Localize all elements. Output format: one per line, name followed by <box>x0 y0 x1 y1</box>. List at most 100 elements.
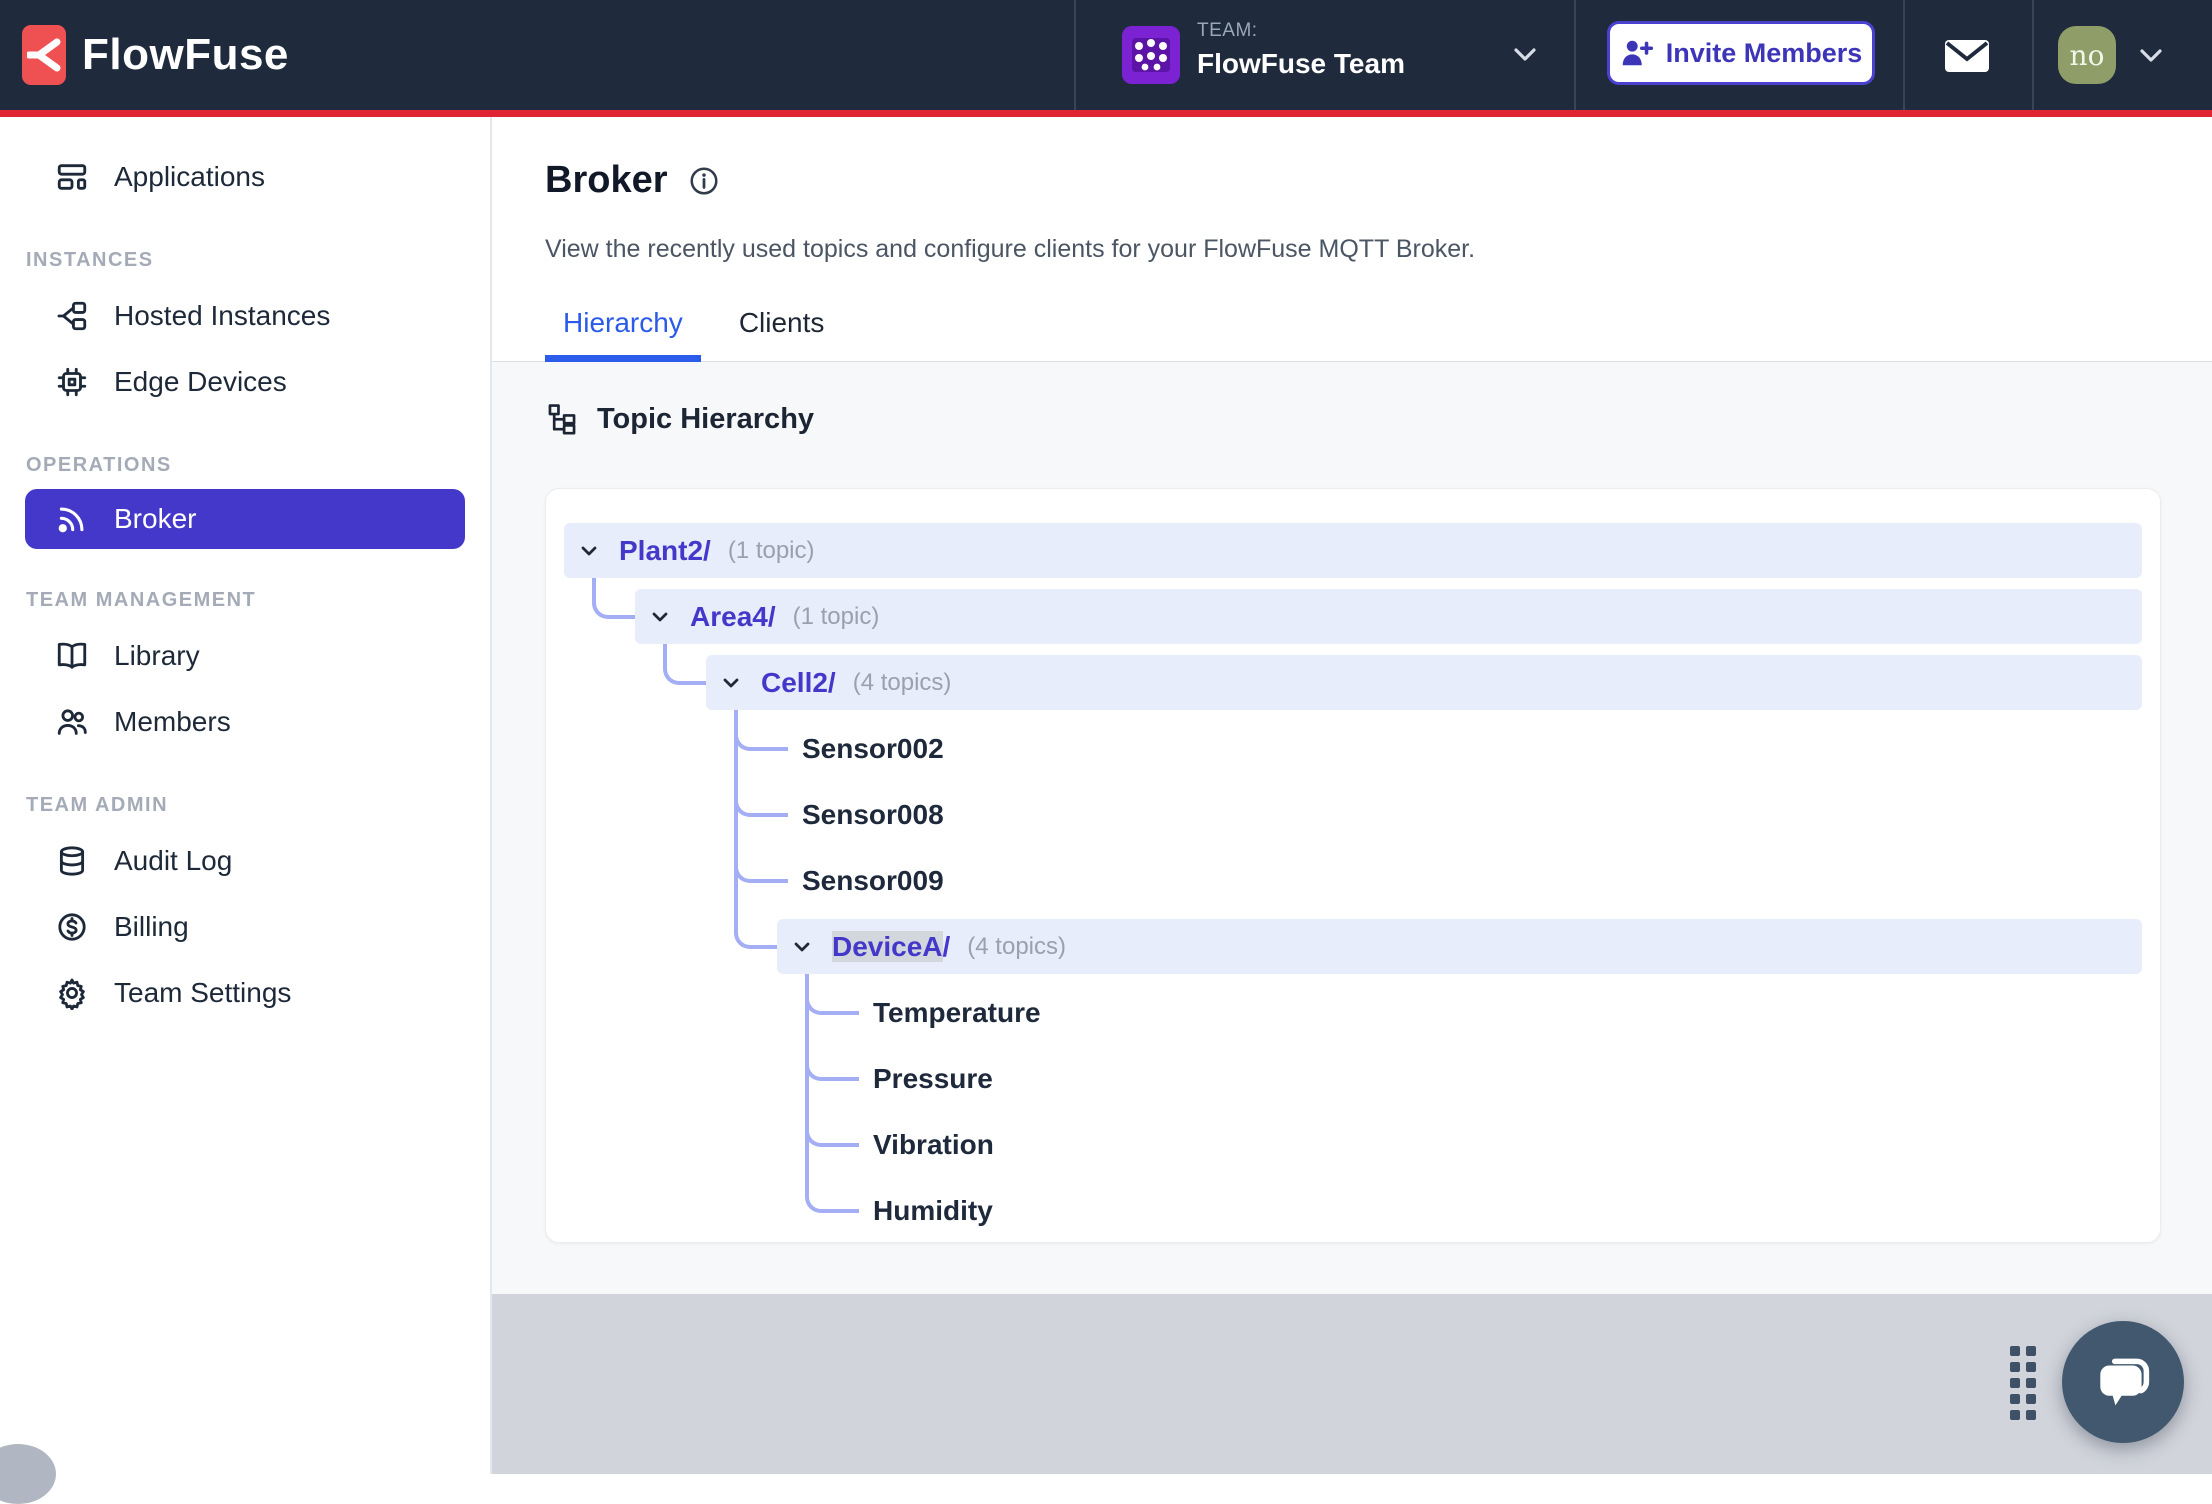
envelope-icon <box>1945 40 1989 72</box>
sidebar-item-members[interactable]: Members <box>0 690 490 754</box>
brand-name: FlowFuse <box>82 30 289 79</box>
tree-branch-row[interactable]: Area4/ (1 topic) <box>635 589 2142 644</box>
sidebar-item-broker[interactable]: Broker <box>25 489 465 549</box>
pipeline-icon <box>54 298 90 334</box>
tab-bar: Hierarchy Clients <box>545 299 862 362</box>
sidebar-section-header: OPERATIONS <box>26 454 172 476</box>
topic-label: Area4/ <box>690 600 776 632</box>
sidebar-section-header: INSTANCES <box>26 249 154 271</box>
tree-connector <box>734 710 781 949</box>
sidebar-section-header: TEAM ADMIN <box>26 794 169 816</box>
page-footer-area <box>492 1294 2212 1474</box>
tree-branch-row[interactable]: Cell2/ (4 topics) <box>706 655 2142 710</box>
tree-branch-row[interactable]: DeviceA/ (4 topics) <box>777 919 2142 974</box>
chevron-down-icon <box>1514 48 1536 61</box>
sidebar-item-label: Hosted Instances <box>114 300 331 331</box>
tree-connector <box>663 644 710 685</box>
user-avatar: no <box>2058 26 2116 84</box>
applications-icon <box>54 159 90 195</box>
chevron-down-icon <box>647 604 673 630</box>
topic-label: Plant2/ <box>619 534 711 566</box>
flowfuse-logo-icon <box>22 25 66 85</box>
topic-count: (4 topics) <box>852 668 952 696</box>
topic-label: Sensor008 <box>802 798 944 830</box>
notifications-button[interactable] <box>1925 28 2009 84</box>
chat-bubbles-icon <box>2100 1358 2150 1406</box>
drag-handle[interactable] <box>2010 1346 2042 1422</box>
sidebar-item-audit-log[interactable]: Audit Log <box>0 829 490 893</box>
topic-label: Vibration <box>873 1128 994 1160</box>
gear-icon <box>54 975 90 1011</box>
sidebar-item-applications[interactable]: Applications <box>0 145 490 209</box>
tree-connector <box>592 578 639 619</box>
topic-count: (1 topic) <box>727 536 815 564</box>
user-plus-icon <box>1622 40 1653 66</box>
hierarchy-icon <box>548 404 576 435</box>
team-label: TEAM: <box>1197 20 1258 41</box>
sidebar-item-library[interactable]: Library <box>0 624 490 688</box>
topic-label: Sensor009 <box>802 864 944 896</box>
tab-content: Topic Hierarchy Plant2/ (1 topic) Area4/ (1… <box>492 362 2212 1294</box>
chevron-down-icon <box>718 670 744 696</box>
sidebar-item-label: Billing <box>114 911 189 942</box>
topic-label: Cell2/ <box>761 666 836 698</box>
nav-divider <box>1574 0 1576 110</box>
invite-members-button[interactable]: Invite Members <box>1607 21 1875 85</box>
tree-leaf-row[interactable]: Pressure <box>848 1051 993 1106</box>
topic-hierarchy-card: Plant2/ (1 topic) Area4/ (1 topic) Cell2/ (4 … <box>545 488 2161 1243</box>
nav-divider <box>2032 0 2034 110</box>
panel-heading: Topic Hierarchy <box>597 402 815 435</box>
top-navbar: FlowFuse TEAM: FlowFuse Team Invite Memb… <box>0 0 2212 117</box>
tab-clients[interactable]: Clients <box>721 299 843 361</box>
chevron-down-icon <box>2140 49 2162 62</box>
sidebar-item-label: Audit Log <box>114 845 233 876</box>
topic-label: Humidity <box>873 1194 993 1226</box>
sidebar: Applications INSTANCES Hosted Instances <box>0 117 492 1474</box>
invite-members-label: Invite Members <box>1665 37 1863 68</box>
sidebar-item-billing[interactable]: Billing <box>0 895 490 959</box>
chevron-down-icon <box>576 538 602 564</box>
topic-label: Temperature <box>873 996 1041 1028</box>
tree-leaf-row[interactable]: Sensor002 <box>777 721 944 776</box>
topic-count: (4 topics) <box>967 932 1066 960</box>
tree-leaf-row[interactable]: Sensor009 <box>777 853 944 908</box>
chat-launcher-button[interactable] <box>2062 1321 2184 1443</box>
sidebar-item-label: Library <box>114 640 200 671</box>
tree-leaf-row[interactable]: Vibration <box>848 1117 994 1172</box>
sidebar-item-hosted-instances[interactable]: Hosted Instances <box>0 284 490 348</box>
page-title: Broker <box>545 159 668 201</box>
sidebar-item-label: Applications <box>114 161 265 192</box>
team-avatar <box>1122 26 1180 84</box>
chevron-down-icon <box>789 934 815 960</box>
sidebar-item-edge-devices[interactable]: Edge Devices <box>0 350 490 414</box>
rss-icon <box>54 501 90 537</box>
tree-leaf-row[interactable]: Temperature <box>848 985 1041 1040</box>
topic-label: Sensor002 <box>802 732 944 764</box>
tree-leaf-row[interactable]: Sensor008 <box>777 787 944 842</box>
sidebar-item-label: Members <box>114 706 231 737</box>
tab-hierarchy[interactable]: Hierarchy <box>545 299 701 362</box>
brand[interactable]: FlowFuse <box>22 0 289 110</box>
database-icon <box>54 843 90 879</box>
user-menu[interactable]: no <box>2058 0 2166 110</box>
sidebar-item-team-settings[interactable]: Team Settings <box>0 961 490 1025</box>
topic-label: DeviceA/ <box>832 930 951 962</box>
sidebar-item-label: Edge Devices <box>114 366 287 397</box>
nav-divider <box>1903 0 1905 110</box>
info-icon[interactable] <box>688 165 720 197</box>
sidebar-item-label: Team Settings <box>114 977 292 1008</box>
tree-leaf-row[interactable]: Humidity <box>848 1183 993 1238</box>
sidebar-section-header: TEAM MANAGEMENT <box>26 589 257 611</box>
topic-label: Pressure <box>873 1062 993 1094</box>
dollar-circle-icon <box>54 909 90 945</box>
topic-count: (1 topic) <box>792 602 880 630</box>
book-icon <box>54 638 90 674</box>
topic-tree: Plant2/ (1 topic) Area4/ (1 topic) Cell2/ (4 … <box>564 523 2142 1238</box>
tree-branch-row[interactable]: Plant2/ (1 topic) <box>564 523 2142 578</box>
chip-icon <box>54 364 90 400</box>
team-selector[interactable]: TEAM: FlowFuse Team <box>1075 0 1575 110</box>
users-icon <box>54 704 90 740</box>
page-header: Broker View the recently used topics and… <box>492 117 2212 362</box>
sidebar-item-label: Broker <box>114 503 197 534</box>
team-name: FlowFuse Team <box>1197 48 1405 79</box>
